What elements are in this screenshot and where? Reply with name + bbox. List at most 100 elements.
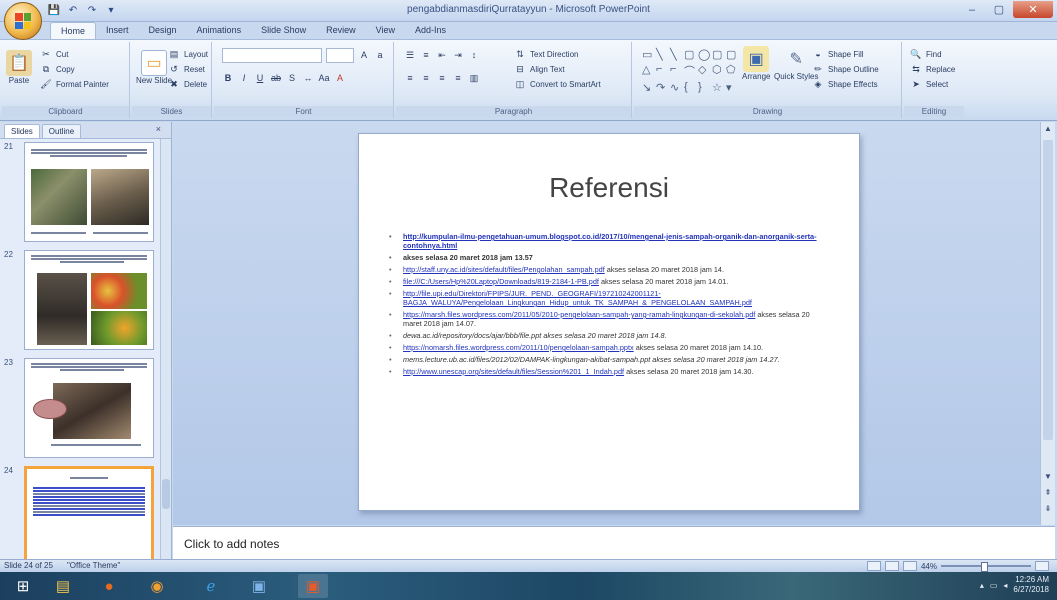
slide-thumbnail-row[interactable]: 22 [0, 250, 160, 354]
convert-smartart-button[interactable]: ◫ Convert to SmartArt [514, 78, 601, 90]
tray-arrow-icon[interactable]: ▴ [980, 581, 984, 590]
zoom-slider[interactable] [941, 562, 1031, 572]
reference-item[interactable]: http://file.upi.edu/Direktori/FPIPS/JUR.… [387, 289, 817, 307]
next-slide-icon[interactable]: ⇟ [1043, 504, 1053, 516]
connector2-shape-icon[interactable]: ⌐ [670, 63, 682, 79]
firefox-icon[interactable]: ● [94, 574, 124, 598]
slide-scroll-thumb[interactable] [1043, 140, 1053, 440]
reference-item[interactable]: https://marsh.files.wordpress.com/2011/0… [387, 310, 817, 328]
file-explorer-icon[interactable]: ▤ [48, 574, 78, 598]
office-button[interactable] [4, 2, 42, 40]
panel-scrollbar[interactable] [160, 139, 171, 559]
windows-start-icon[interactable]: ⊞ [8, 574, 38, 598]
reference-link[interactable]: https://marsh.files.wordpress.com/2011/0… [403, 310, 755, 319]
reference-item[interactable]: http://kumpulan-ilmu-pengetahuan-umum.bl… [387, 232, 817, 250]
shapes-gallery[interactable]: ▭ ╲ ╲ ▢ ◯ ▢ ▢ △ ⌐ ⌐ ⌒ ◇ ⬡ ⬠ ↘ ↷ ∿ { } ☆ … [642, 48, 738, 94]
previous-slide-icon[interactable]: ⇞ [1043, 488, 1053, 500]
shape-effects-button[interactable]: ◈ Shape Effects [812, 78, 878, 90]
bold-icon[interactable]: B [222, 72, 234, 84]
reset-button[interactable]: ↺ Reset [168, 63, 205, 75]
slide-title[interactable]: Referensi [359, 172, 859, 204]
tab-review[interactable]: Review [316, 22, 366, 40]
underline-icon[interactable]: U [254, 72, 266, 84]
maximize-button[interactable]: ▢ [986, 1, 1012, 18]
zoom-level[interactable]: 44% [921, 562, 937, 571]
tab-insert[interactable]: Insert [96, 22, 139, 40]
slide-thumbnail[interactable] [24, 142, 154, 242]
layout-button[interactable]: ▤ Layout [168, 48, 208, 60]
find-button[interactable]: 🔍 Find [910, 48, 941, 60]
reference-item[interactable]: http://www.unescap.org/sites/default/fil… [387, 367, 817, 376]
format-painter-button[interactable]: 🖌 Format Painter [40, 78, 109, 90]
slide-thumbnail-selected[interactable] [24, 466, 154, 566]
italic-icon[interactable]: I [238, 72, 250, 84]
fit-to-window-button[interactable] [1035, 561, 1049, 571]
internet-explorer-icon[interactable]: ℯ [196, 574, 226, 598]
connector-shape-icon[interactable]: ⌐ [656, 63, 668, 79]
tab-outline[interactable]: Outline [41, 124, 82, 138]
reference-item[interactable]: http://staff.uny.ac.id/sites/default/fil… [387, 265, 817, 274]
shape-outline-button[interactable]: ✏ Shape Outline [812, 63, 878, 75]
font-name-combo[interactable] [222, 48, 322, 63]
new-slide-button[interactable]: ▭ New Slide [136, 50, 172, 85]
triangle-shape-icon[interactable]: △ [642, 63, 654, 79]
arrow-shape-icon[interactable]: ↘ [642, 81, 654, 94]
scroll-up-icon[interactable]: ▲ [1043, 124, 1053, 136]
align-center-icon[interactable]: ≡ [420, 72, 432, 84]
reference-link[interactable]: file:///C:/Users/Hp%20Laptop/Downloads/8… [403, 277, 599, 286]
align-left-icon[interactable]: ≡ [404, 72, 416, 84]
volume-icon[interactable]: ◂ [1003, 581, 1007, 590]
copy-button[interactable]: ⧉ Copy [40, 63, 75, 75]
numbering-icon[interactable]: ≡ [420, 49, 432, 61]
tab-add-ins[interactable]: Add-Ins [405, 22, 456, 40]
rectangle-shape-icon[interactable]: ▢ [684, 48, 696, 61]
close-button[interactable]: ✕ [1013, 1, 1053, 18]
shadow-icon[interactable]: S [286, 72, 298, 84]
slide-thumbnail-row[interactable]: 21 [0, 142, 160, 246]
reference-link[interactable]: https://nomarsh.files.wordpress.com/2011… [403, 343, 634, 352]
media-player-icon[interactable]: ◉ [142, 574, 172, 598]
curve-shape-icon[interactable]: ∿ [670, 81, 682, 94]
tab-slide-show[interactable]: Slide Show [251, 22, 316, 40]
font-size-combo[interactable] [326, 48, 354, 63]
reference-item[interactable]: file:///C:/Users/Hp%20Laptop/Downloads/8… [387, 277, 817, 286]
slide-sorter-view-button[interactable] [884, 561, 899, 571]
tab-slides[interactable]: Slides [4, 124, 40, 138]
font-color-icon[interactable]: A [334, 72, 346, 84]
strikethrough-icon[interactable]: ab [270, 72, 282, 84]
cut-button[interactable]: ✂ Cut [40, 48, 68, 60]
text-direction-button[interactable]: ⇅ Text Direction [514, 48, 578, 60]
reference-link[interactable]: http://file.upi.edu/Direktori/FPIPS/JUR.… [403, 289, 752, 307]
notes-placeholder[interactable]: Click to add notes [184, 537, 279, 551]
slide-thumbnail[interactable] [24, 358, 154, 458]
line-shape-icon[interactable]: ╲ [656, 48, 668, 61]
columns-icon[interactable]: ▥ [468, 72, 480, 84]
brace-shape-icon[interactable]: { [684, 81, 696, 94]
justify-icon[interactable]: ≡ [452, 72, 464, 84]
line2-shape-icon[interactable]: ╲ [670, 48, 682, 61]
reference-item[interactable]: dewa.ac.id/repository/docs/ajar/bbb/file… [387, 331, 817, 340]
notes-pane[interactable]: Click to add notes [173, 526, 1055, 559]
reference-link[interactable]: http://kumpulan-ilmu-pengetahuan-umum.bl… [403, 232, 817, 250]
normal-view-button[interactable] [866, 561, 881, 571]
curved-arrow-shape-icon[interactable]: ↷ [656, 81, 668, 94]
minimize-button[interactable]: – [959, 1, 985, 18]
align-right-icon[interactable]: ≡ [436, 72, 448, 84]
spacing-icon[interactable]: ↔ [302, 72, 314, 84]
panel-close-icon[interactable]: × [156, 124, 161, 134]
current-slide[interactable]: Referensi http://kumpulan-ilmu-pengetahu… [358, 133, 860, 511]
rect2-shape-icon[interactable]: ▢ [712, 48, 724, 61]
octagon-shape-icon[interactable]: ⬠ [726, 63, 738, 79]
shrink-font-icon[interactable]: a [374, 49, 386, 61]
paste-button[interactable]: 📋 Paste [6, 50, 32, 85]
network-icon[interactable]: ▭ [990, 581, 998, 590]
control-panel-icon[interactable]: ▣ [244, 574, 274, 598]
rect3-shape-icon[interactable]: ▢ [726, 48, 738, 61]
reference-link[interactable]: http://staff.uny.ac.id/sites/default/fil… [403, 265, 605, 274]
tab-view[interactable]: View [366, 22, 405, 40]
select-button[interactable]: ➤ Select [910, 78, 948, 90]
reference-link[interactable]: http://www.unescap.org/sites/default/fil… [403, 367, 624, 376]
more-shapes-icon[interactable]: ▾ [726, 81, 738, 94]
tab-design[interactable]: Design [139, 22, 187, 40]
slide-scrollbar[interactable]: ▲ ▼ ⇞ ⇟ [1040, 122, 1055, 525]
